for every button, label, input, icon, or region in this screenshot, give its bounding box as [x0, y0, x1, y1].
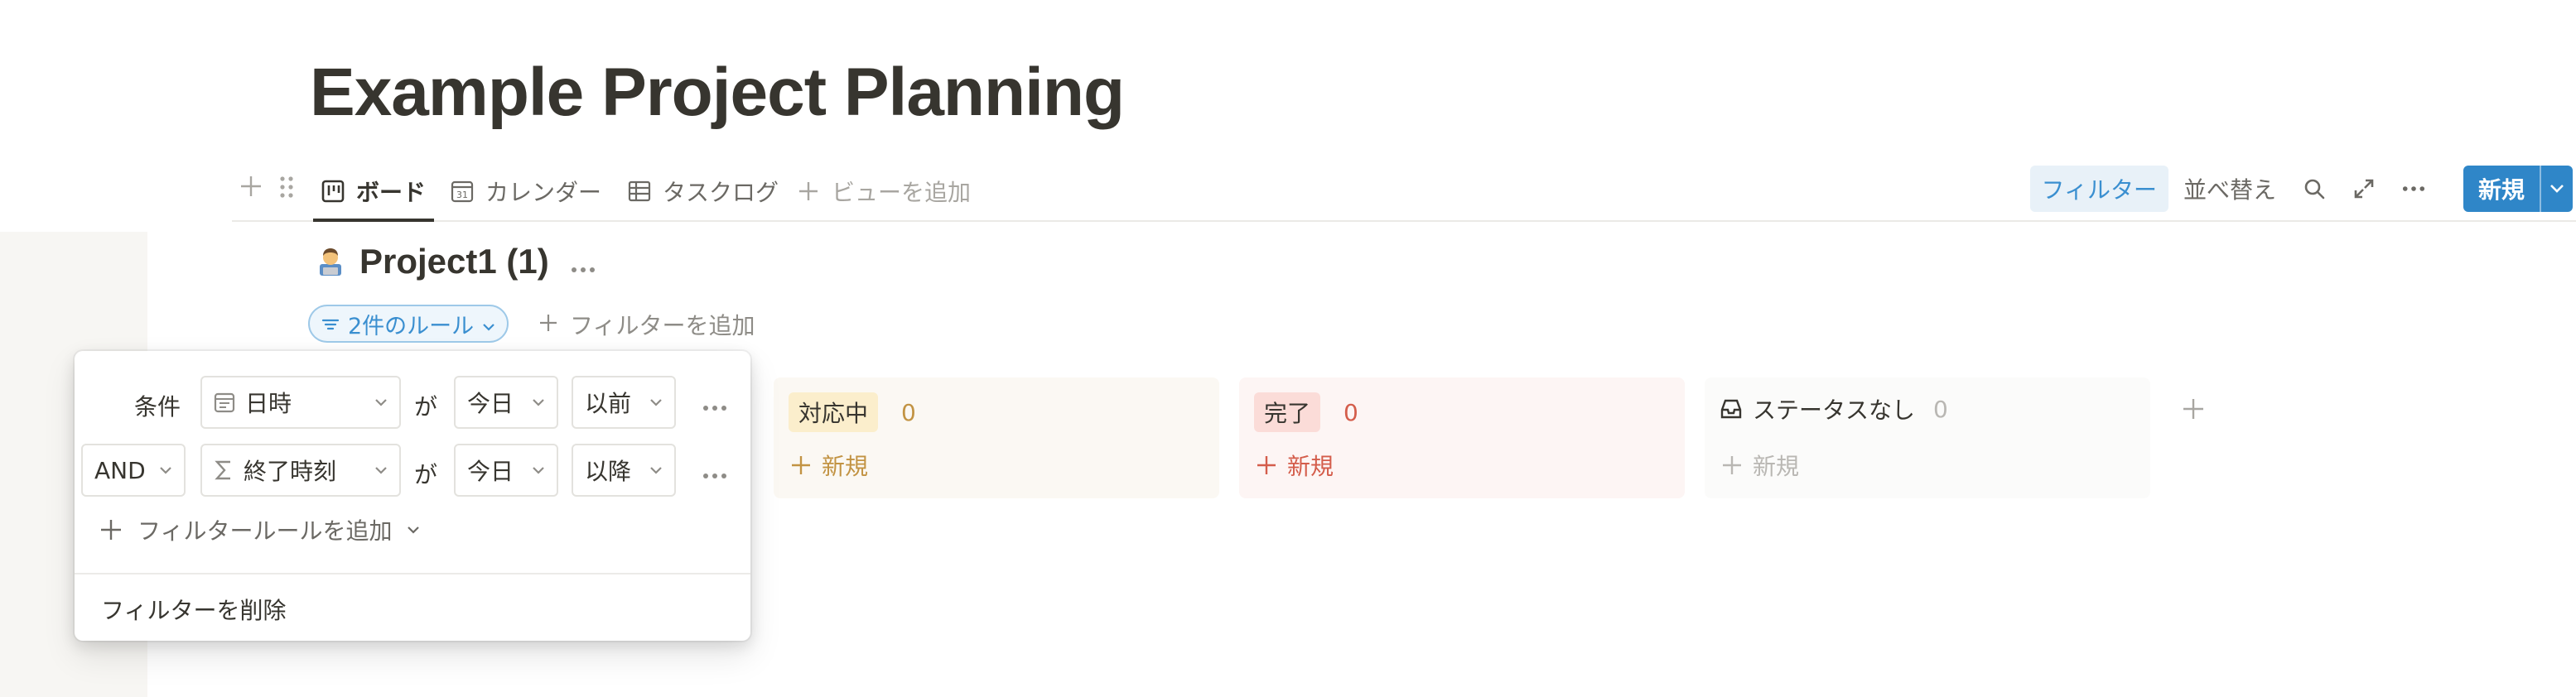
column-new-label: 新規 [1753, 453, 1800, 480]
operator-label: 以降 [585, 458, 632, 485]
chevron-down-icon [159, 466, 172, 474]
value-label: 今日 [467, 458, 514, 485]
view-tab-bar: ボード 31 カレンダー タスクログ ビューを追加 フィルター 並べ替え 新規 [232, 162, 2576, 222]
plus-icon [792, 456, 810, 474]
chevron-down-icon [532, 398, 545, 406]
chevron-down-icon [482, 311, 495, 337]
search-icon[interactable] [2303, 177, 2326, 200]
add-view-label: ビューを追加 [832, 179, 972, 206]
value-select[interactable]: 今日 [454, 376, 558, 429]
filter-popover: 条件 日時 が 今日 以前 AND 終了時刻 が 今日 以降 フィルタールールを… [75, 351, 750, 641]
inbox-icon [1720, 399, 1742, 419]
tab-task-log[interactable]: タスクログ [628, 162, 779, 220]
board-column-no-status: ステータスなし 0 新規 [1705, 377, 2150, 498]
add-filter-rule-label: フィルタールールを追加 [137, 517, 393, 545]
chevron-down-icon [532, 466, 545, 474]
table-icon [628, 180, 651, 203]
status-tag: 対応中 [789, 392, 879, 432]
operator-select[interactable]: 以前 [572, 376, 676, 429]
property-label: 日時 [245, 390, 292, 417]
conjunction-select[interactable]: AND [81, 444, 186, 497]
column-new-button[interactable]: 新規 [1256, 449, 1334, 482]
operator-label: 以前 [585, 390, 632, 417]
status-tag: 完了 [1254, 392, 1321, 432]
date-property-icon [214, 392, 235, 413]
page-title: Example Project Planning [310, 54, 1125, 130]
column-new-button[interactable]: 新規 [790, 449, 868, 482]
column-new-button[interactable]: 新規 [1721, 449, 1799, 482]
value-label: 今日 [467, 390, 514, 417]
plus-icon [797, 180, 820, 203]
plus-icon [1257, 456, 1276, 474]
formula-sigma-icon [215, 460, 230, 480]
no-status-label-group: ステータスなし [1720, 392, 1915, 425]
rule-connector: が [414, 461, 438, 488]
filter-lines-icon [321, 311, 340, 337]
new-button-group: 新規 [2463, 166, 2573, 212]
column-header: 完了 0 [1254, 392, 1358, 432]
view-toolbar: フィルター 並べ替え 新規 [2029, 166, 2576, 212]
tab-board[interactable]: ボード [312, 162, 435, 222]
status-tag: ステータスなし [1753, 397, 1916, 424]
plus-icon [1723, 456, 1741, 474]
chevron-down-icon [408, 526, 420, 534]
rule-more-icon[interactable] [702, 389, 727, 418]
column-new-label: 新規 [822, 453, 869, 480]
filter-rules-label: 2件のルール [348, 313, 475, 339]
plus-icon [538, 311, 558, 339]
filter-rule-row: AND 終了時刻 が 今日 以降 [75, 444, 750, 497]
new-dropdown-chevron-icon[interactable] [2540, 166, 2573, 212]
column-count: 0 [1933, 395, 1948, 423]
tab-board-label: ボード [356, 179, 427, 206]
popover-divider [75, 573, 750, 574]
delete-filter-button[interactable]: フィルターを削除 [101, 593, 286, 626]
property-select[interactable]: 終了時刻 [200, 444, 401, 497]
group-header: Project1 (1) [315, 242, 596, 281]
rule-prefix: 条件 [134, 393, 181, 421]
value-select[interactable]: 今日 [454, 444, 558, 497]
add-group-button[interactable] [2170, 386, 2217, 432]
column-header: 対応中 0 [789, 392, 916, 432]
column-count: 0 [1343, 398, 1358, 426]
property-label: 終了時刻 [244, 458, 337, 485]
chevron-down-icon [374, 398, 388, 406]
add-filter-button[interactable]: フィルターを追加 [538, 308, 755, 341]
add-filter-rule-button[interactable]: フィルタールールを追加 [99, 513, 420, 546]
tab-task-log-label: タスクログ [663, 179, 779, 206]
more-options-icon[interactable] [2402, 177, 2425, 200]
rule-more-icon[interactable] [702, 457, 727, 486]
calendar-icon-day: 31 [456, 190, 468, 200]
sort-button[interactable]: 並べ替え [2183, 172, 2276, 205]
plus-icon [101, 520, 121, 540]
add-filter-label: フィルターを追加 [570, 312, 755, 339]
property-select[interactable]: 日時 [200, 376, 401, 429]
board-column-done: 完了 0 新規 [1239, 377, 1685, 498]
chevron-down-icon [374, 466, 388, 474]
filter-button[interactable]: フィルター [2029, 166, 2168, 212]
add-view-button[interactable]: ビューを追加 [797, 162, 971, 220]
board-icon [321, 180, 345, 203]
chevron-down-icon [649, 398, 663, 406]
add-block-icon[interactable] [239, 174, 263, 204]
technologist-emoji-icon [315, 246, 346, 277]
filter-rules-pill[interactable]: 2件のルール [308, 305, 509, 343]
conjunction-label: AND [94, 456, 146, 484]
tab-calendar-label: カレンダー [485, 179, 602, 206]
new-button[interactable]: 新規 [2463, 166, 2540, 212]
operator-select[interactable]: 以降 [572, 444, 676, 497]
plus-icon [2183, 399, 2203, 419]
rule-connector: が [414, 393, 438, 421]
calendar-icon: 31 [451, 180, 474, 203]
tab-calendar[interactable]: 31 カレンダー [451, 162, 601, 220]
filter-rule-row: 条件 日時 が 今日 以前 [75, 376, 750, 429]
open-fullpage-icon[interactable] [2352, 177, 2376, 200]
group-title: Project1 (1) [359, 242, 549, 281]
column-new-label: 新規 [1287, 453, 1334, 480]
drag-handle-icon[interactable] [278, 174, 295, 206]
group-more-icon[interactable] [571, 242, 596, 281]
column-count: 0 [901, 398, 916, 426]
chevron-down-icon [649, 466, 663, 474]
board-column-in-progress: 対応中 0 新規 [774, 377, 1219, 498]
column-header: ステータスなし 0 [1720, 392, 1948, 425]
